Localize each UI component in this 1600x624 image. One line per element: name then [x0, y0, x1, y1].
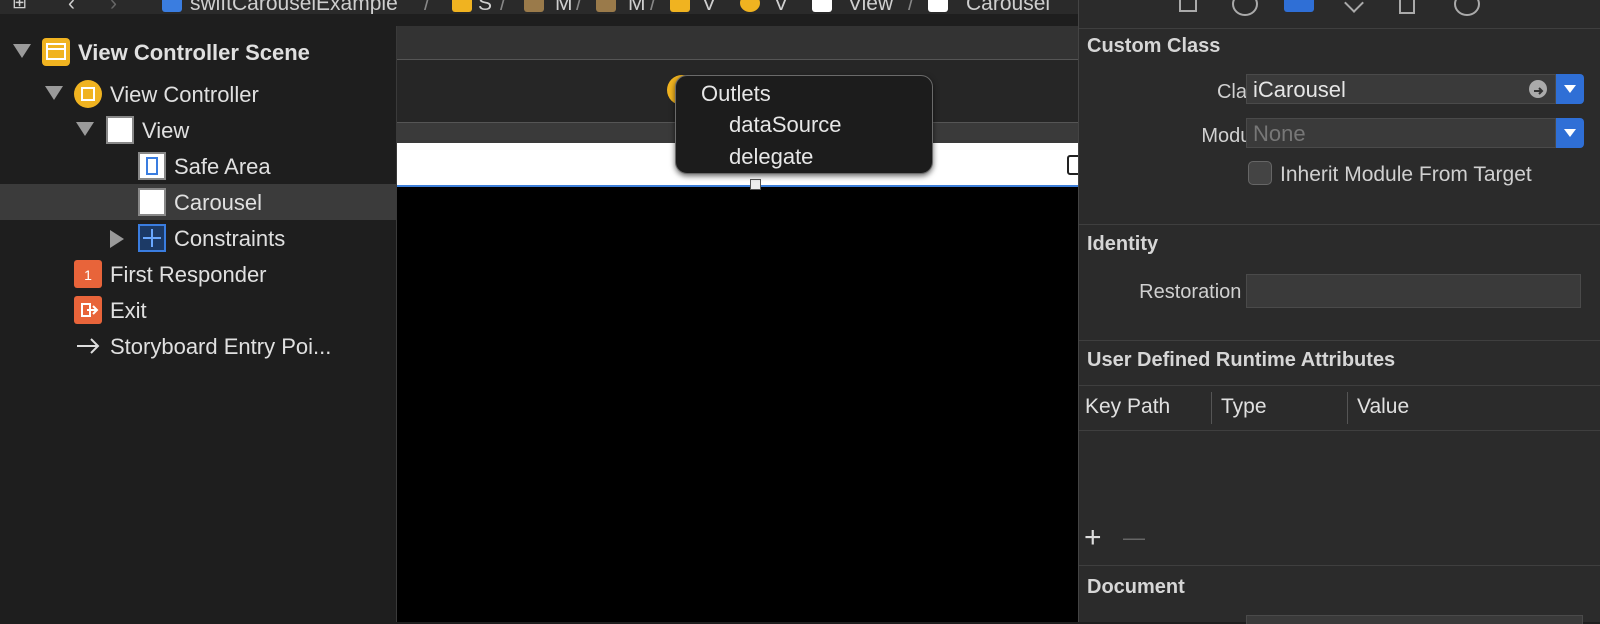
constraints-label: Constraints — [174, 226, 286, 251]
outline-row-constraints[interactable]: Constraints — [0, 220, 396, 256]
add-attribute-button[interactable]: + — [1084, 523, 1102, 553]
carousel-view[interactable] — [397, 187, 1078, 622]
breadcrumb-separator: / — [908, 0, 914, 14]
breadcrumb-item-2[interactable]: M — [555, 0, 573, 14]
resize-handle[interactable] — [750, 179, 761, 190]
jump-bar: ⊞ ‹ › swiftCarouselExample / S / M / M /… — [0, 0, 1078, 14]
scene-label: View Controller Scene — [78, 40, 310, 65]
help-inspector-icon[interactable] — [1232, 0, 1258, 16]
size-inspector-icon[interactable] — [1399, 0, 1415, 14]
breadcrumb-item-3[interactable]: M — [628, 0, 646, 14]
project-icon — [162, 0, 182, 12]
runtime-attributes-section: User Defined Runtime Attributes Key Path… — [1079, 340, 1600, 566]
breadcrumb-item-6[interactable]: View — [848, 0, 893, 14]
go-arrow-icon[interactable] — [1529, 80, 1547, 98]
related-items-icon[interactable]: ⊞ — [12, 0, 27, 14]
storyboard-icon — [596, 0, 616, 12]
first-responder-icon: 1 — [74, 260, 102, 288]
forward-arrow-icon[interactable]: › — [110, 0, 117, 14]
constraints-icon — [138, 224, 166, 252]
outlets-title: Outlets — [701, 81, 771, 106]
view-controller-label: View Controller — [110, 82, 259, 107]
breadcrumb-item-1[interactable]: S — [478, 0, 492, 14]
breadcrumb-separator: / — [576, 0, 582, 14]
module-placeholder: None — [1253, 121, 1306, 146]
breadcrumb-separator: / — [650, 0, 656, 14]
class-dropdown-button[interactable] — [1556, 74, 1584, 104]
runtime-attributes-header: User Defined Runtime Attributes — [1087, 349, 1396, 371]
view-icon — [928, 0, 948, 12]
back-arrow-icon[interactable]: ‹ — [68, 0, 75, 14]
first-responder-label: First Responder — [110, 262, 267, 287]
document-field[interactable] — [1246, 615, 1583, 624]
safe-area-icon — [138, 152, 166, 180]
column-divider — [1211, 392, 1212, 424]
folder-icon — [670, 0, 690, 12]
outline-row-view-controller[interactable]: View Controller — [0, 76, 396, 112]
restoration-id-field[interactable] — [1246, 274, 1581, 308]
breadcrumb-separator: / — [424, 0, 430, 14]
document-header: Document — [1087, 576, 1185, 598]
column-value[interactable]: Value — [1357, 395, 1409, 419]
document-section: Document — [1079, 565, 1600, 624]
svg-text:1: 1 — [84, 267, 92, 283]
module-dropdown-button[interactable] — [1556, 118, 1584, 148]
view-controller-icon — [740, 0, 760, 12]
outline-row-exit[interactable]: Exit — [0, 292, 396, 328]
inherit-module-label: Inherit Module From Target — [1280, 163, 1532, 186]
identity-inspector: Custom Class Class iCarousel Module None… — [1078, 0, 1600, 624]
view-label: View — [142, 118, 190, 143]
safe-area-label: Safe Area — [174, 154, 271, 179]
canvas-top-strip — [397, 26, 1078, 60]
view-icon — [138, 188, 166, 216]
outline-row-view[interactable]: View — [0, 112, 396, 148]
carousel-label: Carousel — [174, 190, 263, 215]
class-value: iCarousel — [1253, 77, 1346, 102]
disclosure-down-icon[interactable] — [45, 86, 63, 100]
entry-point-label: Storyboard Entry Poi... — [110, 334, 332, 359]
column-divider — [1347, 392, 1348, 424]
outline-row-carousel[interactable]: Carousel — [0, 184, 396, 220]
column-type[interactable]: Type — [1221, 395, 1267, 419]
arrow-right-icon — [74, 332, 102, 360]
exit-label: Exit — [110, 298, 147, 323]
view-icon — [812, 0, 832, 12]
column-key-path[interactable]: Key Path — [1085, 395, 1170, 419]
attributes-inspector-icon[interactable] — [1344, 0, 1364, 13]
custom-class-header: Custom Class — [1087, 35, 1221, 57]
view-icon — [106, 116, 134, 144]
disclosure-down-icon[interactable] — [13, 44, 31, 58]
module-field[interactable]: None — [1246, 118, 1556, 148]
view-controller-icon — [74, 80, 102, 108]
outline-row-safe-area[interactable]: Safe Area — [0, 148, 396, 184]
inherit-module-checkbox[interactable] — [1248, 161, 1272, 185]
storyboard-icon — [524, 0, 544, 12]
runtime-attributes-table-header: Key Path Type Value — [1079, 385, 1600, 431]
disclosure-right-icon[interactable] — [110, 230, 124, 248]
identity-inspector-icon[interactable] — [1284, 0, 1314, 12]
outline-row-first-responder[interactable]: 1 First Responder — [0, 256, 396, 292]
class-field[interactable]: iCarousel — [1246, 74, 1556, 104]
breadcrumb-item-7[interactable]: Carousel — [966, 0, 1050, 14]
outlet-datasource[interactable]: dataSource — [729, 112, 842, 138]
identity-header: Identity — [1087, 233, 1159, 255]
breadcrumb-separator: / — [500, 0, 506, 14]
remove-attribute-button[interactable]: — — [1123, 525, 1145, 551]
folder-icon — [452, 0, 472, 12]
outlets-popover: Outlets dataSource delegate — [675, 75, 933, 174]
exit-icon — [74, 296, 102, 324]
outline-row-entry-point[interactable]: Storyboard Entry Poi... — [0, 328, 396, 364]
breadcrumb-item-4[interactable]: V — [702, 0, 716, 14]
document-outline: View Controller Scene View Controller Vi… — [0, 26, 397, 622]
file-inspector-icon[interactable] — [1179, 0, 1197, 12]
breadcrumb-project[interactable]: swiftCarouselExample — [190, 0, 398, 14]
identity-section: Identity Restoration ID — [1079, 224, 1600, 331]
custom-class-section: Custom Class Class iCarousel Module None… — [1079, 28, 1600, 225]
connections-inspector-icon[interactable] — [1454, 0, 1480, 16]
disclosure-down-icon[interactable] — [76, 122, 94, 136]
outline-row-scene[interactable]: View Controller Scene — [0, 34, 396, 70]
outlet-delegate[interactable]: delegate — [729, 144, 813, 170]
scene-icon — [42, 38, 70, 66]
breadcrumb-item-5[interactable]: V — [774, 0, 788, 14]
